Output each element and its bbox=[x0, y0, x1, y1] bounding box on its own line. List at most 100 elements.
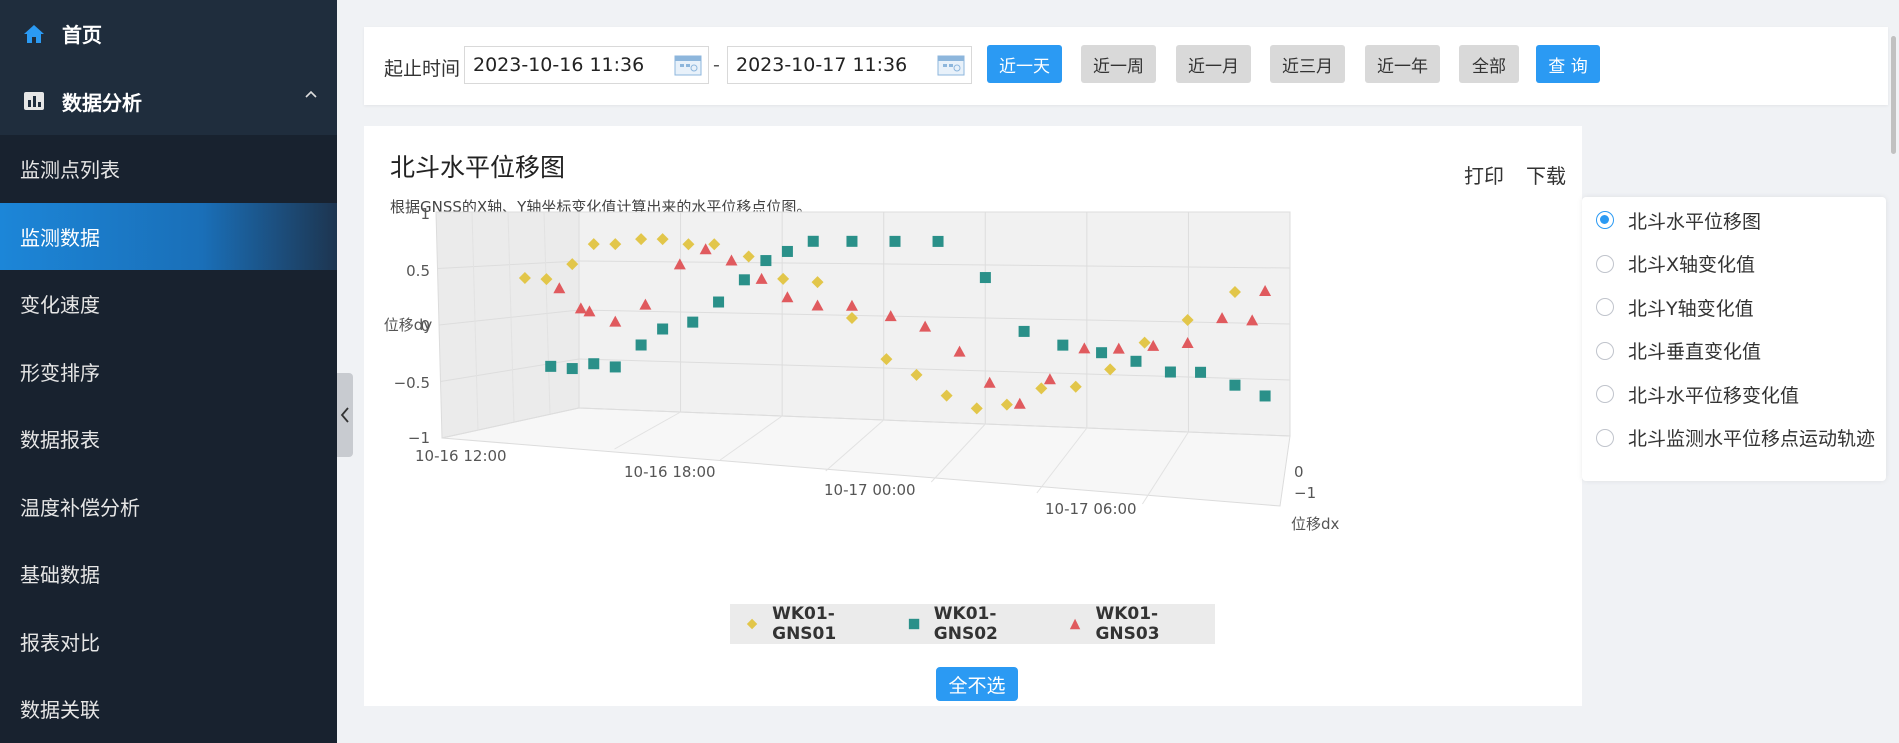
chart-option[interactable]: 北斗X轴变化值 bbox=[1596, 251, 1755, 277]
z-tick-label: 0 bbox=[1294, 463, 1304, 481]
chart-icon bbox=[22, 89, 46, 113]
chart-option-label: 北斗水平位移图 bbox=[1628, 210, 1762, 233]
y-tick-label: 0.5 bbox=[406, 262, 430, 280]
chart-type-options: 北斗水平位移图 北斗X轴变化值 北斗Y轴变化值 北斗垂直变化值北斗水平位移变化值北斗监… bbox=[1582, 197, 1886, 481]
calendar-icon[interactable] bbox=[937, 54, 965, 76]
sidebar-item[interactable]: 数据报表 bbox=[0, 405, 337, 473]
data-point-wk01-gns02[interactable] bbox=[566, 363, 578, 375]
start-date-input[interactable]: 2023-10-16 11:36 bbox=[464, 46, 709, 84]
data-point-wk01-gns02[interactable] bbox=[1057, 339, 1069, 351]
data-point-wk01-gns02[interactable] bbox=[1259, 390, 1271, 402]
sidebar-item-label: 数据关联 bbox=[20, 698, 100, 723]
radio-icon[interactable] bbox=[1596, 254, 1614, 273]
chart-option[interactable]: 北斗垂直变化值 bbox=[1596, 338, 1761, 364]
quick-range-1week-button[interactable]: 近一周 bbox=[1081, 45, 1156, 83]
sidebar-item-label: 基础数据 bbox=[20, 563, 100, 588]
date-separator: - bbox=[713, 54, 720, 76]
chevron-up-icon bbox=[305, 90, 317, 98]
deselect-all-button[interactable]: 全不选 bbox=[936, 667, 1018, 701]
sidebar-item-home[interactable]: 首页 bbox=[0, 0, 337, 67]
data-point-wk01-gns02[interactable] bbox=[545, 360, 557, 372]
start-date-value: 2023-10-16 11:36 bbox=[473, 54, 645, 76]
sidebar-item[interactable]: 基础数据 bbox=[0, 540, 337, 608]
data-point-wk01-gns02[interactable] bbox=[807, 235, 819, 247]
sidebar-item[interactable]: 温度补偿分析 bbox=[0, 472, 337, 540]
sidebar-item[interactable]: 报表对比 bbox=[0, 607, 337, 675]
sidebar-item-label: 报表对比 bbox=[20, 630, 100, 655]
sidebar-group-data-analysis[interactable]: 数据分析 bbox=[0, 67, 337, 135]
data-point-wk01-gns02[interactable] bbox=[657, 323, 669, 335]
quick-range-all-button[interactable]: 全部 bbox=[1459, 45, 1519, 83]
sidebar-collapse-handle[interactable] bbox=[337, 373, 353, 457]
y-tick-label: 1 bbox=[420, 205, 430, 223]
data-point-wk01-gns02[interactable] bbox=[1229, 379, 1241, 391]
quick-range-1month-button[interactable]: 近一月 bbox=[1176, 45, 1251, 83]
y-tick-label: −1 bbox=[408, 429, 430, 447]
sidebar-item-label: 监测点列表 bbox=[20, 158, 120, 183]
quick-range-3month-button[interactable]: 近三月 bbox=[1270, 45, 1345, 83]
data-point-wk01-gns02[interactable] bbox=[1164, 366, 1176, 378]
radio-icon[interactable] bbox=[1596, 385, 1614, 403]
square-marker-icon bbox=[908, 618, 919, 630]
page-scrollbar[interactable] bbox=[1891, 36, 1896, 154]
data-point-wk01-gns02[interactable] bbox=[846, 235, 858, 247]
chart-option-label: 北斗Y轴变化值 bbox=[1628, 297, 1754, 320]
data-point-wk01-gns02[interactable] bbox=[1195, 366, 1207, 378]
z-tick-label: −1 bbox=[1294, 484, 1316, 502]
data-point-wk01-gns02[interactable] bbox=[1130, 355, 1142, 367]
chart-option[interactable]: 北斗水平位移变化值 bbox=[1596, 381, 1799, 407]
home-icon bbox=[22, 22, 46, 46]
sidebar-item-label: 监测数据 bbox=[20, 225, 100, 250]
data-point-wk01-gns02[interactable] bbox=[932, 235, 944, 247]
legend-item-gns03[interactable]: WK01-GNS03 bbox=[1069, 604, 1205, 644]
radio-icon[interactable] bbox=[1596, 428, 1614, 447]
end-date-input[interactable]: 2023-10-17 11:36 bbox=[727, 46, 972, 84]
chart-grid bbox=[435, 211, 1291, 507]
data-point-wk01-gns02[interactable] bbox=[1018, 325, 1030, 337]
sidebar-item[interactable]: 形变排序 bbox=[0, 337, 337, 405]
chevron-left-icon bbox=[340, 407, 349, 423]
legend-item-gns01[interactable]: WK01-GNS01 bbox=[746, 604, 882, 644]
sidebar-item-label: 首页 bbox=[62, 23, 102, 47]
diamond-marker-icon bbox=[746, 618, 758, 630]
data-point-wk01-gns02[interactable] bbox=[588, 358, 600, 370]
chart-option-label: 北斗水平位移变化值 bbox=[1628, 384, 1800, 407]
radio-icon[interactable] bbox=[1596, 341, 1614, 360]
radio-icon[interactable] bbox=[1596, 298, 1614, 316]
quick-range-1year-button[interactable]: 近一年 bbox=[1365, 45, 1440, 83]
chart-legend: WK01-GNS01 WK01-GNS02 WK01-GNS03 bbox=[730, 604, 1215, 644]
sidebar-item[interactable]: 监测点列表 bbox=[0, 135, 337, 203]
quick-range-1day-button[interactable]: 近一天 bbox=[987, 45, 1062, 83]
sidebar-item[interactable]: 变化速度 bbox=[0, 270, 337, 338]
chart-option-label: 北斗X轴变化值 bbox=[1628, 254, 1756, 276]
chart-panel: 北斗水平位移图 根据GNSS的X轴、Y轴坐标变化值计算出来的水平位移点位图。 打… bbox=[364, 126, 1582, 706]
radio-icon[interactable] bbox=[1596, 211, 1614, 229]
data-point-wk01-gns02[interactable] bbox=[781, 245, 793, 257]
data-point-wk01-gns02[interactable] bbox=[713, 296, 725, 308]
legend-label: WK01-GNS01 bbox=[772, 604, 837, 644]
x-tick-label: 10-17 06:00 bbox=[1045, 500, 1137, 518]
sidebar-item-label: 数据报表 bbox=[20, 428, 100, 453]
sidebar-item[interactable]: 数据关联 bbox=[0, 675, 337, 743]
end-date-value: 2023-10-17 11:36 bbox=[736, 54, 908, 76]
x-tick-label: 10-17 00:00 bbox=[824, 481, 916, 499]
query-button[interactable]: 查 询 bbox=[1536, 45, 1600, 83]
data-point-wk01-gns02[interactable] bbox=[1096, 347, 1108, 359]
x-tick-label: 10-16 18:00 bbox=[624, 463, 716, 481]
chart-option[interactable]: 北斗监测水平位移点运动轨迹 bbox=[1596, 425, 1875, 451]
chart-option-label: 北斗垂直变化值 bbox=[1628, 341, 1762, 363]
chart-option[interactable]: 北斗水平位移图 bbox=[1596, 207, 1761, 233]
legend-item-gns02[interactable]: WK01-GNS02 bbox=[908, 604, 1044, 644]
calendar-icon[interactable] bbox=[674, 54, 702, 76]
data-point-wk01-gns02[interactable] bbox=[687, 316, 699, 328]
data-point-wk01-gns02[interactable] bbox=[635, 339, 647, 351]
data-point-wk01-gns02[interactable] bbox=[738, 274, 750, 286]
chart-option[interactable]: 北斗Y轴变化值 bbox=[1596, 294, 1754, 320]
data-point-wk01-gns02[interactable] bbox=[760, 255, 772, 267]
data-point-wk01-gns02[interactable] bbox=[889, 235, 901, 247]
data-point-wk01-gns02[interactable] bbox=[609, 361, 621, 373]
time-range-label: 起止时间 bbox=[384, 58, 461, 80]
data-point-wk01-gns02[interactable] bbox=[979, 272, 991, 284]
sidebar-item-label: 变化速度 bbox=[20, 293, 100, 318]
sidebar-item[interactable]: 监测数据 bbox=[0, 202, 337, 270]
